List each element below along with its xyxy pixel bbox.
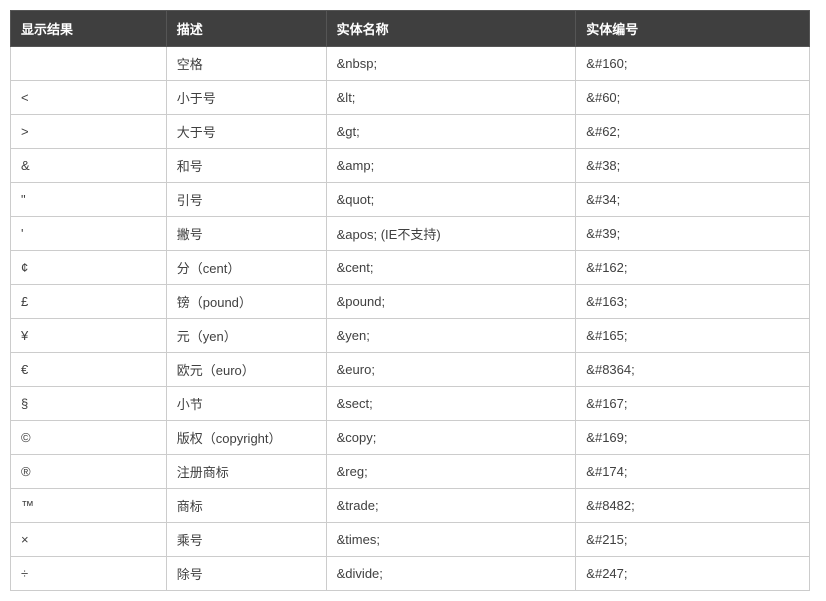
cell-code: &#62;: [576, 115, 810, 149]
cell-desc: 欧元（euro）: [166, 353, 326, 387]
cell-desc: 元（yen）: [166, 319, 326, 353]
cell-result: ': [11, 217, 167, 251]
cell-result: ©: [11, 421, 167, 455]
cell-code: &#39;: [576, 217, 810, 251]
cell-code: &#38;: [576, 149, 810, 183]
table-row: 空格&nbsp;&#160;: [11, 47, 810, 81]
cell-result: >: [11, 115, 167, 149]
cell-desc: 镑（pound）: [166, 285, 326, 319]
cell-name: &amp;: [326, 149, 576, 183]
cell-name: &cent;: [326, 251, 576, 285]
cell-name: &nbsp;: [326, 47, 576, 81]
cell-desc: 小于号: [166, 81, 326, 115]
col-header-result: 显示结果: [11, 11, 167, 47]
cell-result: €: [11, 353, 167, 387]
table-header: 显示结果 描述 实体名称 实体编号: [11, 11, 810, 47]
table-row: £镑（pound）&pound;&#163;: [11, 285, 810, 319]
cell-desc: 分（cent）: [166, 251, 326, 285]
cell-result: ®: [11, 455, 167, 489]
cell-name: &copy;: [326, 421, 576, 455]
cell-code: &#34;: [576, 183, 810, 217]
cell-name: &euro;: [326, 353, 576, 387]
cell-desc: 大于号: [166, 115, 326, 149]
cell-desc: 空格: [166, 47, 326, 81]
cell-name: &sect;: [326, 387, 576, 421]
cell-desc: 和号: [166, 149, 326, 183]
table-row: <小于号&lt;&#60;: [11, 81, 810, 115]
table-row: €欧元（euro）&euro;&#8364;: [11, 353, 810, 387]
cell-desc: 版权（copyright）: [166, 421, 326, 455]
cell-result: ×: [11, 523, 167, 557]
cell-code: &#60;: [576, 81, 810, 115]
cell-code: &#247;: [576, 557, 810, 591]
cell-code: &#215;: [576, 523, 810, 557]
cell-name: &quot;: [326, 183, 576, 217]
cell-result: <: [11, 81, 167, 115]
table-row: ÷除号&divide;&#247;: [11, 557, 810, 591]
cell-result: £: [11, 285, 167, 319]
cell-name: &apos; (IE不支持): [326, 217, 576, 251]
table-row: ®注册商标&reg;&#174;: [11, 455, 810, 489]
cell-name: &divide;: [326, 557, 576, 591]
cell-desc: 注册商标: [166, 455, 326, 489]
cell-desc: 乘号: [166, 523, 326, 557]
cell-code: &#174;: [576, 455, 810, 489]
entity-table: 显示结果 描述 实体名称 实体编号 空格&nbsp;&#160;<小于号&lt;…: [10, 10, 810, 591]
cell-result: ¢: [11, 251, 167, 285]
table-row: ™商标&trade;&#8482;: [11, 489, 810, 523]
cell-name: &reg;: [326, 455, 576, 489]
cell-code: &#167;: [576, 387, 810, 421]
cell-name: &times;: [326, 523, 576, 557]
cell-name: &gt;: [326, 115, 576, 149]
table-row: '撇号&apos; (IE不支持)&#39;: [11, 217, 810, 251]
cell-result: §: [11, 387, 167, 421]
col-header-name: 实体名称: [326, 11, 576, 47]
col-header-desc: 描述: [166, 11, 326, 47]
cell-code: &#162;: [576, 251, 810, 285]
cell-result: ÷: [11, 557, 167, 591]
table-row: "引号&quot;&#34;: [11, 183, 810, 217]
cell-result: ": [11, 183, 167, 217]
cell-desc: 小节: [166, 387, 326, 421]
table-row: >大于号&gt;&#62;: [11, 115, 810, 149]
col-header-code: 实体编号: [576, 11, 810, 47]
table-row: &和号&amp;&#38;: [11, 149, 810, 183]
table-row: §小节&sect;&#167;: [11, 387, 810, 421]
cell-desc: 商标: [166, 489, 326, 523]
cell-result: &: [11, 149, 167, 183]
cell-desc: 引号: [166, 183, 326, 217]
cell-code: &#8364;: [576, 353, 810, 387]
table-row: ©版权（copyright）&copy;&#169;: [11, 421, 810, 455]
cell-name: &yen;: [326, 319, 576, 353]
cell-code: &#160;: [576, 47, 810, 81]
cell-name: &lt;: [326, 81, 576, 115]
cell-code: &#165;: [576, 319, 810, 353]
cell-code: &#8482;: [576, 489, 810, 523]
table-row: ×乘号&times;&#215;: [11, 523, 810, 557]
cell-desc: 除号: [166, 557, 326, 591]
table-body: 空格&nbsp;&#160;<小于号&lt;&#60;>大于号&gt;&#62;…: [11, 47, 810, 591]
cell-result: ¥: [11, 319, 167, 353]
cell-code: &#163;: [576, 285, 810, 319]
table-row: ¥元（yen）&yen;&#165;: [11, 319, 810, 353]
cell-result: [11, 47, 167, 81]
cell-result: ™: [11, 489, 167, 523]
table-row: ¢分（cent）&cent;&#162;: [11, 251, 810, 285]
cell-name: &pound;: [326, 285, 576, 319]
cell-name: &trade;: [326, 489, 576, 523]
cell-desc: 撇号: [166, 217, 326, 251]
cell-code: &#169;: [576, 421, 810, 455]
